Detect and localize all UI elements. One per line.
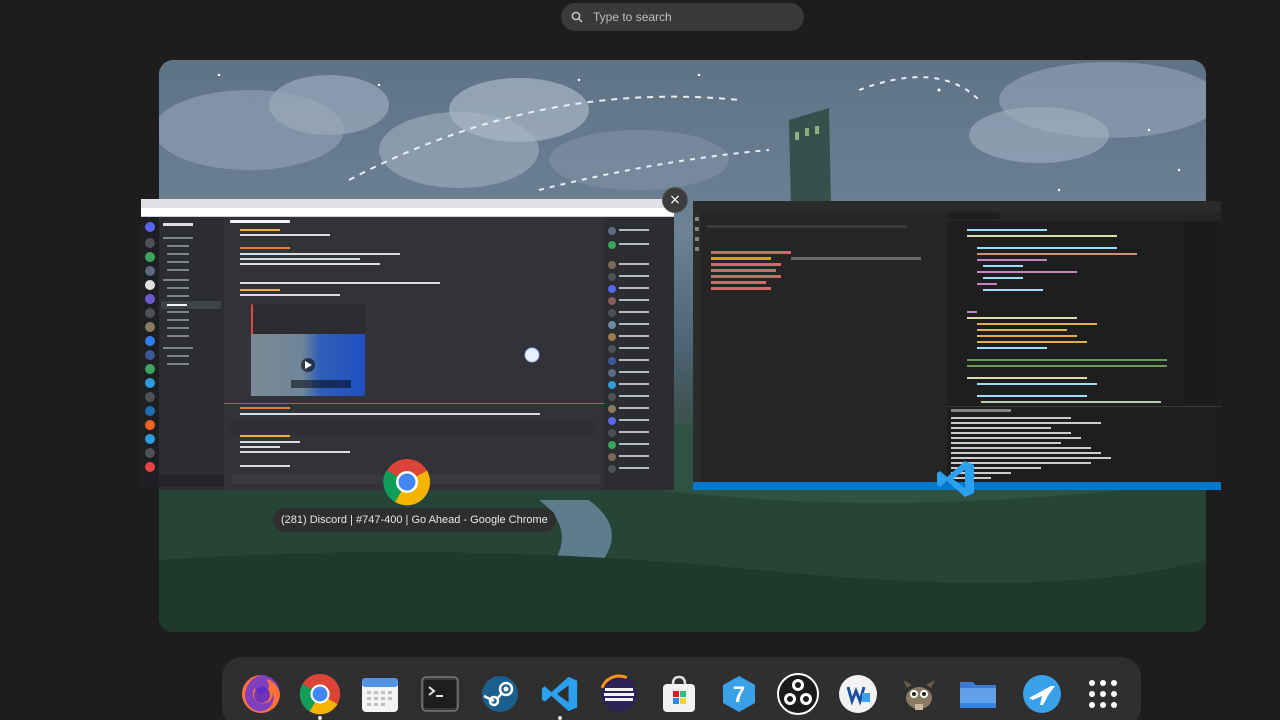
dock-item-app-7[interactable]: 7 xyxy=(718,673,760,715)
running-indicator xyxy=(558,716,562,720)
cursor-indicator xyxy=(524,347,540,363)
store-icon xyxy=(663,675,695,712)
app-grid-icon xyxy=(1089,680,1117,708)
chrome-icon xyxy=(299,673,341,715)
dock-item-terminal[interactable] xyxy=(419,673,461,715)
plane-icon xyxy=(1023,675,1061,713)
dock-item-obs-studio[interactable] xyxy=(777,673,819,715)
dock-item-firefox[interactable] xyxy=(240,673,282,715)
window-title-caption: (281) Discord | #747-400 | Go Ahead - Go… xyxy=(273,508,556,532)
calendar-icon xyxy=(362,678,398,712)
desktop-overview: × (281) Discord | #747-400 | Go Ahead - … xyxy=(0,0,1280,720)
window-close-button[interactable]: × xyxy=(662,187,688,213)
svg-text:7: 7 xyxy=(733,682,745,707)
discord-server-list xyxy=(141,217,159,490)
dock-item-flight-app[interactable] xyxy=(1021,673,1063,715)
firefox-icon xyxy=(242,675,280,713)
w-icon xyxy=(839,675,877,713)
vscode-terminal xyxy=(947,406,1221,482)
chrome-address-bar xyxy=(141,208,674,217)
obs-icon xyxy=(777,673,819,715)
dock-item-app-w[interactable] xyxy=(837,673,879,715)
vscode-activity-bar xyxy=(693,211,701,482)
embed-video-thumbnail xyxy=(251,334,365,396)
dock-item-software-store[interactable] xyxy=(658,673,700,715)
vscode-icon xyxy=(541,676,578,712)
chrome-discord-window[interactable] xyxy=(141,199,674,490)
new-messages-divider xyxy=(224,403,604,404)
dock-item-google-chrome[interactable] xyxy=(299,673,341,715)
dock-item-gimp[interactable] xyxy=(898,673,940,715)
vscode-icon xyxy=(937,461,974,497)
vscode-editor xyxy=(947,211,1221,406)
dock-item-steam[interactable] xyxy=(479,673,521,715)
chrome-tab-strip xyxy=(141,199,674,208)
running-indicator xyxy=(318,716,322,720)
terminal-icon xyxy=(421,676,459,712)
dock-item-eclipse[interactable] xyxy=(598,673,640,715)
dock-item-calendar[interactable] xyxy=(359,673,401,715)
blue-7-icon: 7 xyxy=(723,676,755,712)
discord-channel-list xyxy=(159,217,224,490)
search-bar[interactable] xyxy=(561,3,804,31)
dock-item-show-apps[interactable] xyxy=(1082,673,1124,715)
gimp-icon xyxy=(903,680,935,710)
search-icon xyxy=(571,11,583,23)
chrome-icon xyxy=(383,459,431,506)
dock-item-files[interactable] xyxy=(957,673,999,715)
eclipse-icon xyxy=(599,674,639,714)
vscode-sidebar xyxy=(701,211,947,482)
discord-member-list xyxy=(604,217,674,490)
search-input[interactable] xyxy=(593,10,793,24)
vscode-titlebar xyxy=(693,201,1221,211)
folder-icon xyxy=(960,682,996,708)
vscode-window[interactable] xyxy=(693,201,1221,490)
steam-icon xyxy=(482,676,518,712)
dock-item-vscode[interactable] xyxy=(539,673,581,715)
